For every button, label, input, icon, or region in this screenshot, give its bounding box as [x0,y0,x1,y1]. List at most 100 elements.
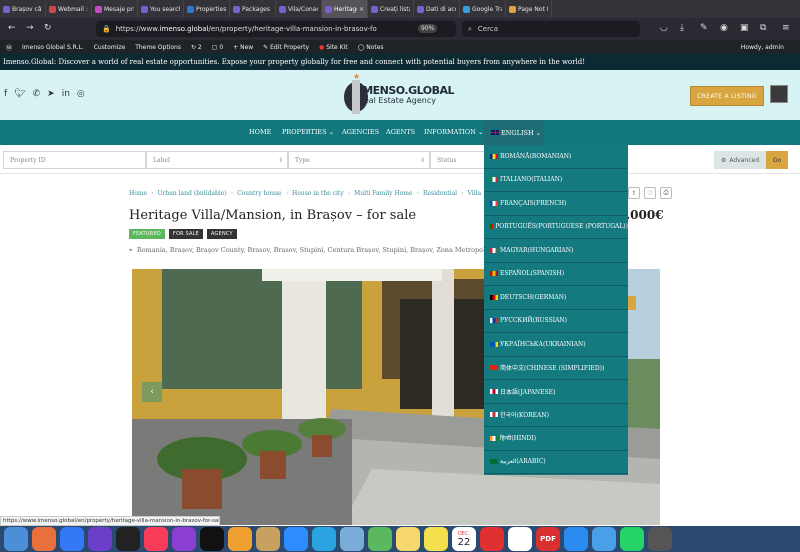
notes-icon[interactable] [396,527,420,551]
language-option[interactable]: DEUTSCH(GERMAN) [484,286,628,310]
stickies-icon[interactable] [424,527,448,551]
slide-prev-button[interactable]: ‹ [142,382,162,402]
nav-agencies[interactable]: AGENCIES [342,128,379,136]
pdf-icon[interactable]: PDF [536,527,560,551]
browser-tab[interactable]: You searche [138,0,184,18]
admin-new[interactable]: + New [233,44,253,51]
language-option[interactable]: РУССКИЙ(RUSSIAN) [484,310,628,333]
status-select[interactable]: Status [430,151,486,169]
share-icon[interactable]: ⇪ [628,187,640,199]
home-icon[interactable] [228,527,252,551]
folder-icon[interactable] [592,527,616,551]
close-icon[interactable]: ✕ [359,6,364,13]
favorite-icon[interactable]: ♡ [644,187,656,199]
appstore-icon[interactable] [564,527,588,551]
more-icon[interactable] [648,527,672,551]
profile-icon[interactable]: ◉ [720,23,728,33]
menu-icon[interactable]: ≡ [782,23,790,33]
linkedin-icon[interactable]: in [62,89,70,99]
site-logo[interactable]: ★ IMENSO.GLOBAL Real Estate Agency [342,72,455,117]
nav-home[interactable]: HOME [249,128,271,136]
user-avatar[interactable] [770,85,788,103]
property-id-input[interactable]: Property ID [3,151,146,169]
go-button[interactable]: Go [766,151,788,169]
browser-tab[interactable]: Google Trad [460,0,506,18]
nav-agents[interactable]: AGENTS [386,128,415,136]
forward-icon[interactable]: → [26,23,34,33]
browser-tab[interactable]: Page Not Fo [506,0,552,18]
pocket-icon[interactable]: ◡ [660,23,668,33]
zoom-icon[interactable] [284,527,308,551]
extensions-icon[interactable]: ✎ [700,23,708,33]
puzzle-icon[interactable]: ⧉ [760,23,766,33]
language-option[interactable]: 한국어(KOREAN) [484,404,628,427]
browser-search-box[interactable]: ⌕ Cerca [462,21,640,37]
language-option[interactable]: PORTUGUÊS(PORTUGUESE (PORTUGAL)) [484,216,628,239]
language-option[interactable]: MAGYAR(HUNGARIAN) [484,239,628,263]
language-option[interactable]: 日本語(JAPANESE) [484,380,628,404]
firefox-icon[interactable] [32,527,56,551]
chess-icon[interactable] [256,527,280,551]
admin-comments[interactable]: ▢ 0 [212,44,223,51]
advanced-search-button[interactable]: ⚙ Advanced [714,151,766,169]
browser-tab[interactable]: Mesaje prim [92,0,138,18]
browser-tab[interactable]: Dati di acces [414,0,460,18]
browser-tab[interactable]: Creați listare [368,0,414,18]
browser-tab[interactable]: Heritage✕ [322,0,368,18]
nav-language[interactable]: ENGLISH ⌄ [484,120,544,145]
calendar-icon[interactable]: DEC. 22 [452,527,476,551]
download-icon[interactable]: ⤓ [680,23,684,33]
create-listing-button[interactable]: CREATE A LISTING [690,86,764,106]
breadcrumb-link[interactable]: Villa [468,190,482,197]
telegram-icon[interactable] [312,527,336,551]
telegram-icon[interactable]: ➤ [47,89,55,99]
spark-icon[interactable] [480,527,504,551]
admin-edit-property[interactable]: ✎ Edit Property [263,44,309,51]
admin-customize[interactable]: Customize [94,44,126,51]
breadcrumb-link[interactable]: House in the city [292,190,344,197]
breadcrumb-link[interactable]: Multi Family Home [354,190,412,197]
admin-updates[interactable]: ↻ 2 [191,44,202,51]
print-icon[interactable]: ⎙ [660,187,672,199]
nav-information[interactable]: INFORMATION ⌄ [424,128,483,136]
admin-howdy[interactable]: Howdy, admin [741,44,800,51]
admin-notes[interactable]: ◯ Notes [358,44,384,51]
siri-icon[interactable] [116,527,140,551]
breadcrumb-link[interactable]: Residential [423,190,457,197]
podcast-icon[interactable] [88,527,112,551]
reload-icon[interactable]: ↻ [44,23,52,33]
language-option[interactable]: ITALIANO(ITALIAN) [484,169,628,192]
language-option[interactable]: ESPAÑOL(SPANISH) [484,263,628,286]
language-option[interactable]: УКРАЇНСЬКА(UKRAINIAN) [484,333,628,357]
url-bar[interactable]: 🔒 https://www.imenso.global/en/property/… [96,21,456,37]
appletv-icon[interactable] [200,527,224,551]
browser-tab[interactable]: Properties ‹ [184,0,230,18]
type-select[interactable]: Type ⇕ [288,151,430,169]
browser-tab[interactable]: Vila/Conac c [276,0,322,18]
breadcrumb-link[interactable]: Home [129,190,147,197]
maps-icon[interactable] [368,527,392,551]
podcasts-icon[interactable] [172,527,196,551]
instagram-icon[interactable]: ◎ [77,89,85,99]
language-option[interactable]: हिन्दी(HINDI) [484,427,628,451]
nav-properties[interactable]: PROPERTIES ⌄ [282,128,334,136]
safari-icon[interactable] [60,527,84,551]
language-option[interactable]: 简体中文(CHINESE (SIMPLIFIED)) [484,357,628,380]
back-icon[interactable]: ← [8,23,16,33]
twitter-icon[interactable]: 🐦︎ [14,89,25,99]
browser-tab[interactable]: Packages ‹ i [230,0,276,18]
language-option[interactable]: ROMÂNĂ(ROMANIAN) [484,145,628,169]
reminders-icon[interactable] [508,527,532,551]
finder-icon[interactable] [4,527,28,551]
whatsapp-icon[interactable]: ✆ [33,89,41,99]
breadcrumb-link[interactable]: Country house [237,190,281,197]
label-select[interactable]: Label ⇕ [146,151,288,169]
preview-icon[interactable] [340,527,364,551]
wordpress-icon[interactable]: Ⓦ [6,43,12,52]
facebook-icon[interactable]: f [4,89,7,99]
admin-site-kit[interactable]: ● Site Kit [319,44,348,51]
music-icon[interactable] [144,527,168,551]
browser-tab[interactable]: Webmail :: S [46,0,92,18]
whatsapp-icon[interactable] [620,527,644,551]
zoom-level[interactable]: 90% [418,24,438,33]
